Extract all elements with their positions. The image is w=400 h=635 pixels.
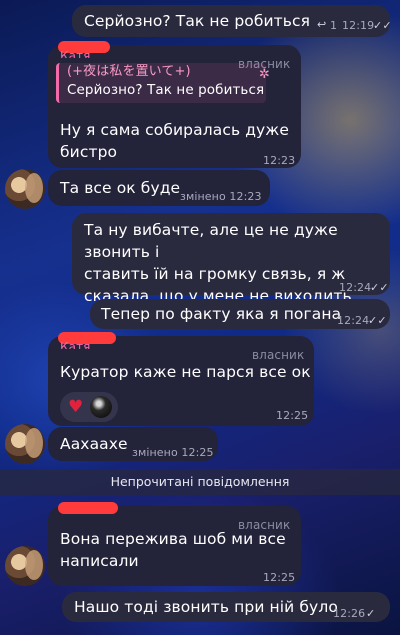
redacted-name (58, 502, 118, 514)
message-incoming[interactable]: власник Вона пережива шоб ми все написал… (48, 502, 301, 586)
message-time: 12:25 (276, 409, 309, 422)
message-incoming[interactable]: Катя власник Куратор каже не парся все о… (48, 332, 314, 426)
reply-quote[interactable]: (+夜は私を置いて+) Серйозно? Так не робиться ✲ (56, 63, 270, 103)
message-incoming[interactable]: Катя власник (+夜は私を置いて+) Серйозно? Так н… (48, 41, 301, 168)
avatar[interactable] (5, 169, 45, 209)
message-text: Ну я сама собиралась дуже бистро (60, 119, 289, 163)
message-outgoing[interactable]: Нашо тоді звонить при ній було 12:26 ✓ (62, 592, 390, 622)
spider-icon: ✲ (259, 67, 270, 82)
message-text: Куратор каже не парся все ок (60, 363, 311, 381)
message-line: Ну я сама собиралась дуже (60, 121, 289, 139)
read-status-icon: ✓✓ (373, 19, 392, 32)
message-time: 12:25 (263, 571, 296, 584)
eight-ball-reaction-icon[interactable] (90, 396, 112, 418)
message-text: Вона пережива шоб ми все написали (60, 528, 286, 572)
message-outgoing[interactable]: Серйозно? Так не робиться ↩ 1 12:19 ✓✓ (72, 5, 392, 37)
reply-count: 1 (330, 19, 338, 32)
message-text: Тепер по факту яка я погана (101, 305, 342, 323)
edited-time: змінено 12:23 (180, 190, 262, 203)
quote-sender: (+夜は私を置いて+) (67, 64, 191, 79)
message-line: написали (60, 552, 139, 570)
heart-reaction-icon[interactable]: ♥ (68, 396, 83, 418)
edited-time: змінено 12:25 (132, 446, 214, 459)
read-status-icon: ✓✓ (370, 281, 389, 294)
message-time: 12:26 (333, 607, 366, 620)
message-incoming[interactable]: Аахаахе змінено 12:25 (48, 427, 218, 461)
read-status-icon: ✓ (366, 607, 376, 620)
message-line: Та ну вибачте, але це не дуже звонить і (84, 221, 338, 261)
avatar[interactable] (5, 546, 45, 586)
message-outgoing[interactable]: Та ну вибачте, але це не дуже звонить і … (72, 213, 390, 305)
read-status-icon: ✓✓ (368, 314, 387, 327)
message-text: Серйозно? Так не робиться (84, 12, 311, 30)
message-time: 12:19 (342, 19, 375, 32)
message-time: 12:24 (339, 281, 372, 294)
reactions[interactable]: ♥ (60, 392, 118, 422)
message-incoming[interactable]: Та все ок буде змінено 12:23 (48, 170, 270, 206)
message-text: Нашо тоді звонить при ній було (74, 598, 338, 616)
message-text: Та все ок буде (60, 179, 181, 197)
message-line: Вона пережива шоб ми все (60, 530, 286, 548)
unread-separator: Непрочитані повідомлення (0, 469, 400, 495)
sender-name-partial: Катя (60, 341, 91, 349)
message-outgoing[interactable]: Тепер по факту яка я погана 12:24 ✓✓ (90, 299, 390, 329)
avatar[interactable] (5, 424, 45, 464)
reply-icon: ↩ (317, 18, 327, 31)
quote-text: Серйозно? Так не робиться (67, 82, 265, 98)
message-line: бистро (60, 143, 118, 161)
sender-name-partial: Катя (60, 50, 91, 58)
message-time: 12:24 (337, 314, 370, 327)
message-time: 12:23 (263, 154, 296, 167)
message-text: Аахаахе (60, 435, 128, 453)
